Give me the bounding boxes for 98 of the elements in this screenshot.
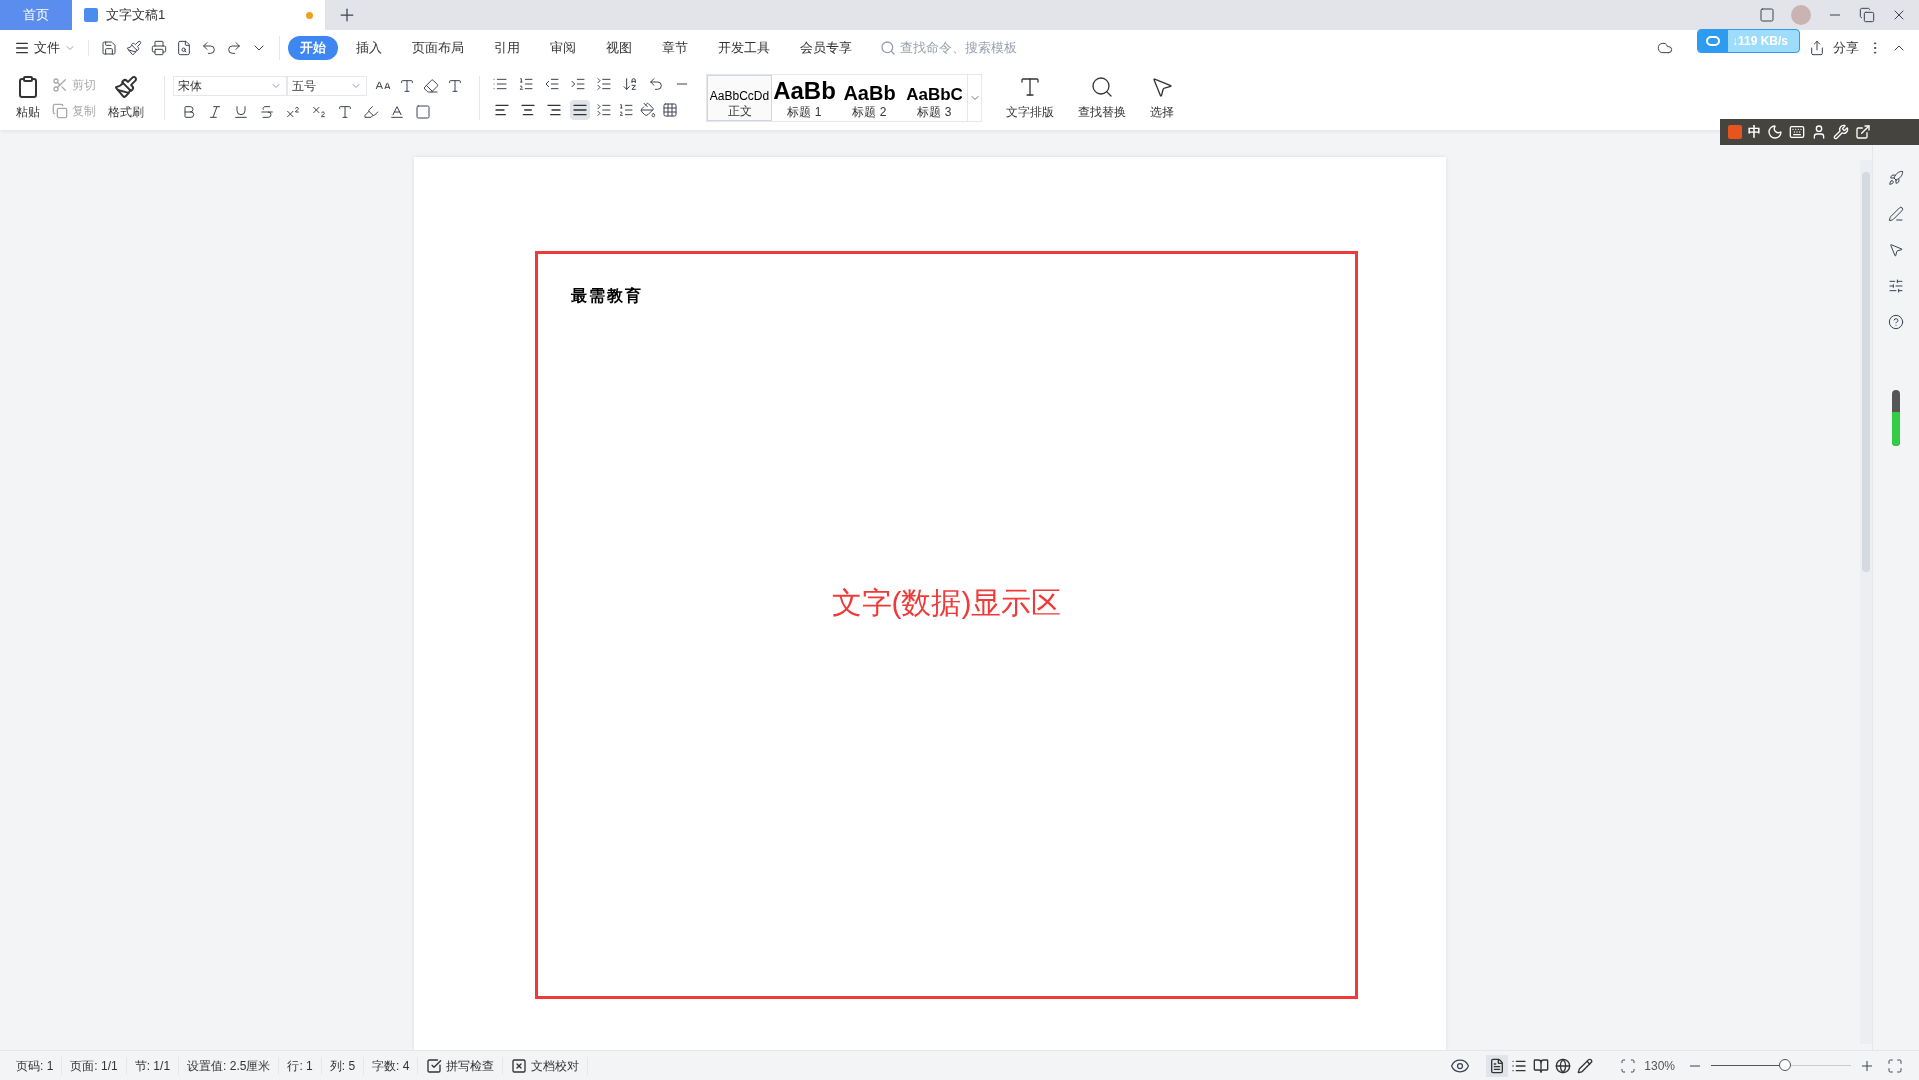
restore-icon[interactable] — [1859, 7, 1875, 23]
scissors-icon — [52, 77, 68, 93]
area-label: 文字(数据)显示区 — [831, 584, 1062, 621]
status-item: 行: 1 — [279, 1056, 322, 1075]
document-icon — [84, 8, 98, 22]
status-toggle[interactable]: 文档校对 — [503, 1056, 589, 1075]
tab-title: 文字文稿1 — [106, 6, 167, 25]
ribbon-tab[interactable]: 章节 — [650, 36, 700, 60]
crossed-box-icon — [511, 1057, 528, 1074]
style-option[interactable]: AaBbC 标题 3 — [902, 75, 967, 121]
status-item: 节: 1/1 — [126, 1056, 180, 1075]
file-menu[interactable]: 文件 — [14, 38, 76, 58]
strikethrough-icon[interactable] — [259, 104, 275, 120]
copy-icon — [52, 103, 68, 119]
bullet-list-icon[interactable] — [492, 76, 508, 92]
view-button[interactable] — [1486, 1054, 1509, 1077]
redo-icon[interactable] — [226, 40, 242, 56]
italic-icon[interactable] — [207, 104, 223, 120]
preview-icon[interactable] — [176, 40, 192, 56]
underline-icon[interactable] — [233, 104, 249, 120]
keyboard-icon[interactable] — [1789, 124, 1805, 140]
view-icon — [1555, 1057, 1572, 1074]
status-item: 设置值: 2.5厘米 — [179, 1056, 280, 1075]
ribbon-tab[interactable]: 开始 — [288, 36, 338, 60]
ribbon-tab[interactable]: 插入 — [344, 36, 394, 60]
tool-button[interactable]: 选择 — [1150, 75, 1174, 121]
ribbon-tab[interactable]: 引用 — [482, 36, 532, 60]
view-icon — [1533, 1057, 1550, 1074]
style-option[interactable]: AaBbCcDd 正文 — [707, 75, 772, 121]
paste-button[interactable]: 粘贴 — [12, 75, 44, 121]
align-icon — [572, 102, 588, 118]
outdent-icon[interactable] — [544, 76, 560, 92]
sliders-icon[interactable] — [1888, 278, 1904, 294]
brush-icon — [114, 75, 138, 99]
highlighter-icon[interactable] — [363, 104, 379, 120]
rocket-icon[interactable] — [1888, 170, 1904, 186]
numbered-list-icon[interactable] — [518, 76, 534, 92]
status-item: 字数: 4 — [364, 1056, 419, 1075]
font-color-icon[interactable] — [389, 104, 405, 120]
subscript-icon[interactable] — [311, 104, 327, 120]
user-icon[interactable] — [1811, 124, 1827, 140]
pen-icon[interactable] — [1888, 206, 1904, 222]
help-icon[interactable] — [1888, 314, 1904, 330]
shading-icon[interactable] — [640, 102, 656, 118]
pointer-icon[interactable] — [1888, 242, 1904, 258]
indent-icon[interactable] — [570, 76, 586, 92]
eraser-icon[interactable] — [423, 78, 439, 94]
style-option[interactable]: AaBb 标题 1 — [772, 75, 837, 121]
align-icon — [546, 102, 562, 118]
status-item: 页码: 1 — [8, 1056, 63, 1075]
bold-icon[interactable] — [181, 104, 197, 120]
wrench-icon[interactable] — [1833, 124, 1849, 140]
sort-icon[interactable] — [622, 76, 638, 92]
status-item: 列: 5 — [321, 1056, 365, 1075]
save-icon[interactable] — [101, 40, 117, 56]
font-family-dropdown[interactable]: 宋体 — [173, 76, 287, 96]
share-label[interactable]: 分享 — [1833, 38, 1859, 58]
undo-icon[interactable] — [201, 40, 217, 56]
tool-button[interactable]: 文字排版 — [1006, 75, 1054, 121]
char-border-icon[interactable] — [415, 104, 431, 120]
tool-icon — [1150, 75, 1174, 99]
font-size-dropdown[interactable]: 五号 — [287, 76, 367, 96]
status-item: 页面: 1/1 — [62, 1056, 127, 1075]
borders-icon[interactable] — [662, 102, 678, 118]
moon-icon[interactable] — [1767, 124, 1783, 140]
ime-mode[interactable]: 中 — [1748, 122, 1761, 142]
tool-icon — [1018, 75, 1042, 99]
ribbon-tab[interactable]: 审阅 — [538, 36, 588, 60]
document-text: 最需教育 — [571, 286, 644, 306]
zoom-dropdown[interactable]: 130% — [1644, 1056, 1675, 1075]
ribbon-tab[interactable]: 开发工具 — [706, 36, 782, 60]
brush-icon[interactable] — [126, 40, 142, 56]
download-speed: ↓119 KB/s — [1731, 33, 1789, 50]
view-icon — [1577, 1057, 1594, 1074]
level-meter-icon — [1892, 390, 1900, 446]
ribbon-tab[interactable]: 会员专享 — [788, 36, 864, 60]
align-icon — [494, 102, 510, 118]
clipboard-icon — [16, 75, 40, 99]
view-icon — [1489, 1057, 1506, 1074]
tool-button[interactable]: 查找替换 — [1078, 75, 1126, 121]
search-icon — [880, 40, 896, 56]
ribbon-tab[interactable]: 视图 — [594, 36, 644, 60]
align-icon — [520, 102, 536, 118]
cloud-icon[interactable] — [1657, 40, 1673, 56]
menu-icon — [14, 40, 30, 56]
format-painter-button[interactable]: 格式刷 — [104, 75, 148, 121]
document-tab[interactable]: 文字文稿1 — [72, 0, 325, 30]
checked-box-icon — [426, 1057, 443, 1074]
popout-icon[interactable] — [1855, 124, 1871, 140]
print-icon[interactable] — [151, 40, 167, 56]
ribbon-tab[interactable]: 页面布局 — [400, 36, 476, 60]
status-toggle[interactable]: 拼写检查 — [418, 1056, 504, 1075]
share-icon[interactable] — [1809, 40, 1825, 56]
superscript-icon[interactable] — [285, 104, 301, 120]
tool-icon — [1090, 75, 1114, 99]
zoom-slider-thumb[interactable] — [1779, 1059, 1792, 1071]
style-option[interactable]: AaBb 标题 2 — [837, 75, 902, 121]
align-button[interactable] — [570, 100, 590, 120]
